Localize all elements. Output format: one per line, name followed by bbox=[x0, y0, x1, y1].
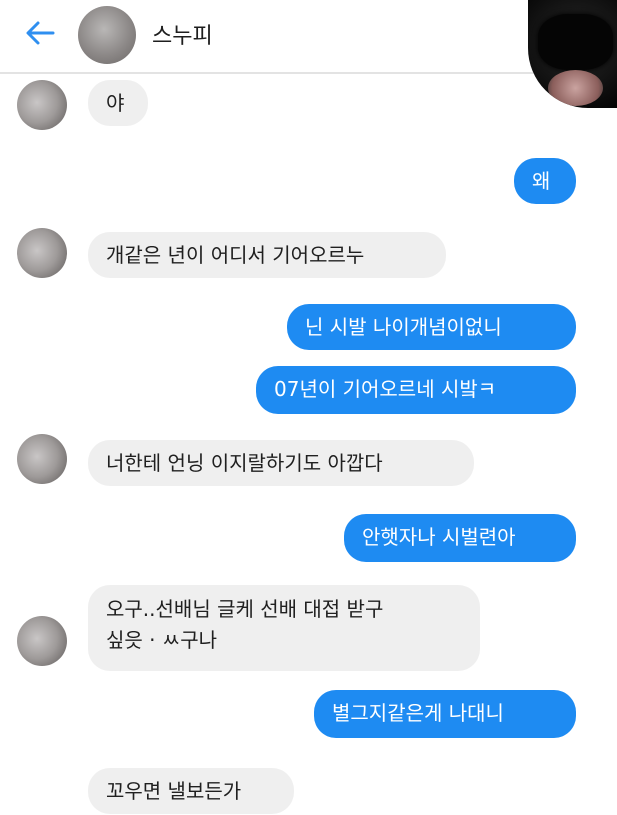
sent-message: 07년이 기어오르네 시밬ㅋ bbox=[256, 366, 576, 414]
contact-avatar[interactable] bbox=[78, 6, 136, 64]
redaction-scribble bbox=[538, 14, 613, 70]
sent-message: 닌 시발 나이개념이없니 bbox=[287, 304, 576, 350]
chat-header: 스누피 bbox=[0, 0, 617, 74]
message-line: 오구..선배님 글케 선배 대접 받구 bbox=[106, 597, 384, 621]
back-arrow-icon bbox=[26, 21, 55, 45]
message-line: 싶읏 · ㅆ구나 bbox=[106, 628, 218, 652]
received-message: 꼬우면 낼보든가 bbox=[88, 768, 294, 814]
sent-message: 왜 bbox=[514, 158, 576, 204]
received-message: 야 bbox=[88, 80, 148, 126]
back-button[interactable] bbox=[20, 15, 60, 51]
sender-avatar bbox=[17, 80, 67, 130]
sent-message: 안햇자나 시벌련아 bbox=[344, 514, 576, 562]
received-message: 오구..선배님 글케 선배 대접 받구 싶읏 · ㅆ구나 bbox=[88, 585, 480, 671]
sender-avatar bbox=[17, 434, 67, 484]
profile-photo bbox=[528, 0, 617, 108]
contact-name[interactable]: 스누피 bbox=[152, 18, 213, 50]
profile-face bbox=[548, 70, 603, 106]
sender-avatar bbox=[17, 616, 67, 666]
received-message: 너한테 언닝 이지랄하기도 아깝다 bbox=[88, 440, 474, 486]
received-message: 개같은 년이 어디서 기어오르누 bbox=[88, 232, 446, 278]
sender-avatar bbox=[17, 228, 67, 278]
sent-message: 별그지같은게 나대니 bbox=[314, 690, 576, 738]
